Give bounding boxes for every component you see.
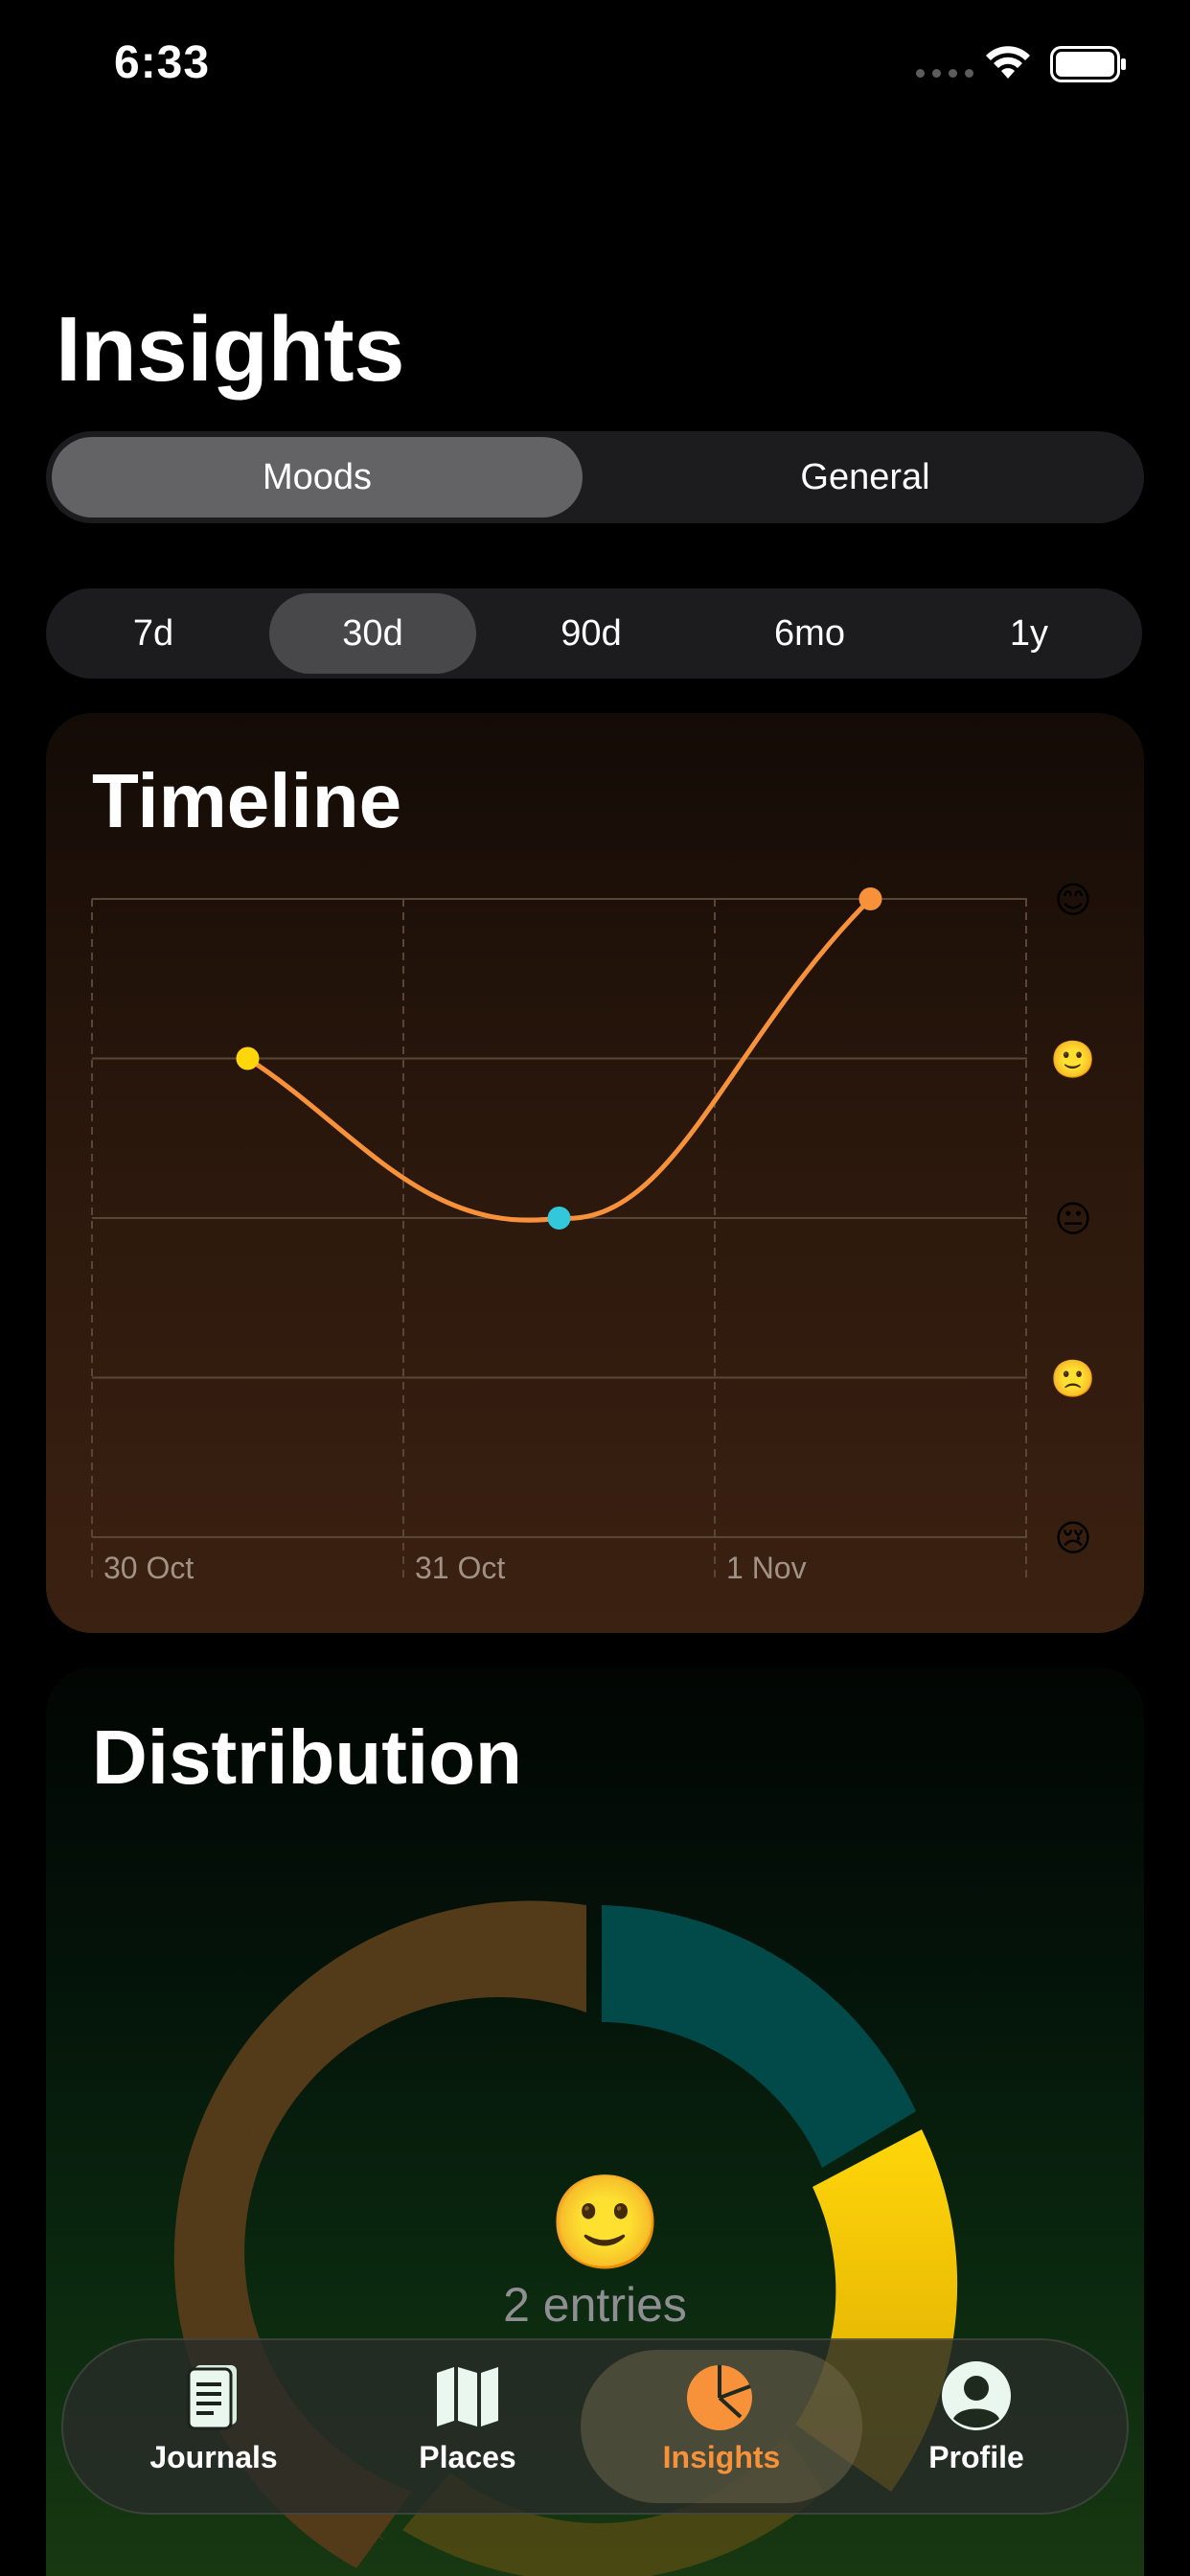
tab-insights-label: Insights bbox=[662, 2440, 781, 2474]
distribution-center-emoji: 🙂 bbox=[548, 2172, 663, 2274]
map-icon bbox=[437, 2367, 498, 2426]
tab-insights[interactable]: Insights bbox=[611, 2358, 832, 2501]
person-icon bbox=[942, 2361, 1011, 2430]
tab-places[interactable]: Places bbox=[357, 2358, 578, 2501]
journal-icon bbox=[187, 2365, 237, 2430]
tab-profile-label: Profile bbox=[928, 2440, 1024, 2474]
tab-profile[interactable]: Profile bbox=[866, 2358, 1087, 2501]
tab-places-label: Places bbox=[419, 2440, 516, 2474]
distribution-entries-count: 2 entries bbox=[503, 2278, 687, 2332]
pie-chart-icon bbox=[687, 2365, 752, 2430]
tab-journals[interactable]: Journals bbox=[103, 2358, 324, 2501]
tab-journals-label: Journals bbox=[149, 2440, 278, 2474]
donut-segment-teal bbox=[602, 1905, 916, 2168]
